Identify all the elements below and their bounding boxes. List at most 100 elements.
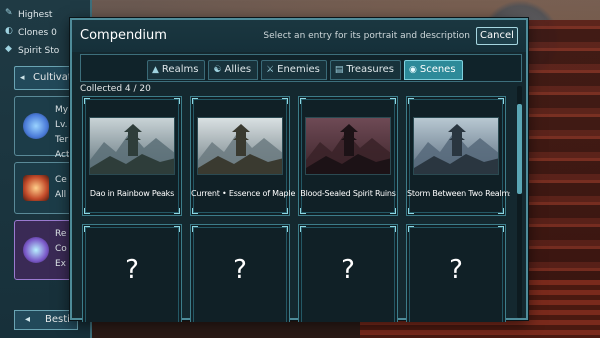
scene-icon: ◉ (408, 65, 417, 75)
scene-thumbnail (89, 117, 175, 175)
frame-corner-ornament (84, 208, 90, 214)
card-lines: My Lv. Ter Act (55, 103, 69, 163)
frame-corner-ornament (174, 226, 180, 232)
frame-corner-ornament (192, 226, 198, 232)
locked-entry-card[interactable]: ? (406, 224, 506, 322)
frame-corner-ornament (282, 226, 288, 232)
card-line: All (55, 190, 67, 200)
tab-enemies[interactable]: ⚔ Enemies (261, 60, 327, 80)
scroll-icon: ▤ (334, 65, 344, 75)
entries-grid: Dao in Rainbow Peaks Current • Essence of… (82, 96, 510, 322)
allies-icon: ☯ (213, 65, 222, 75)
frame-corner-ornament (498, 226, 504, 232)
frame-corner-ornament (282, 208, 288, 214)
scene-entry-card[interactable]: Dao in Rainbow Peaks (82, 96, 182, 216)
scrollbar-thumb[interactable] (517, 104, 522, 194)
tab-list: ▲ Realms ☯ Allies ⚔ Enemies ▤ Treasures … (147, 60, 463, 80)
tab-treasures[interactable]: ▤ Treasures (329, 60, 401, 80)
clone-icon: ◐ (5, 26, 13, 36)
frame-corner-ornament (300, 208, 306, 214)
frame-corner-ornament (390, 208, 396, 214)
scene-thumbnail (197, 117, 283, 175)
tab-label: Allies (224, 64, 252, 75)
card-line: Ter (55, 135, 69, 145)
locked-entry-card[interactable]: ? (190, 224, 290, 322)
frame-corner-ornament (174, 98, 180, 104)
tab-allies[interactable]: ☯ Allies (208, 60, 259, 80)
entries-scroll-area[interactable]: Dao in Rainbow Peaks Current • Essence of… (82, 96, 510, 322)
card-line: My (55, 105, 69, 115)
card-line: Co (55, 244, 67, 254)
dialog-header: Compendium Select an entry for its portr… (72, 20, 526, 52)
bestiary-button[interactable]: ◂ Besti (14, 310, 78, 330)
collected-count: Collected 4 / 20 (80, 84, 151, 94)
dialog-hint: Select an entry for its portrait and des… (263, 31, 470, 41)
celestial-card[interactable]: Ce All (14, 162, 76, 214)
frame-corner-ornament (192, 208, 198, 214)
stat-label: Highest (18, 10, 53, 20)
frame-corner-ornament (390, 226, 396, 232)
compendium-dialog: Compendium Select an entry for its portr… (70, 18, 528, 322)
scene-entry-card[interactable]: Storm Between Two Realms (406, 96, 510, 216)
stat-label: Clones 0 (18, 28, 57, 38)
frame-corner-ornament (498, 208, 504, 214)
card-line: Ex (55, 259, 67, 269)
frame-corner-ornament (408, 226, 414, 232)
frame-corner-ornament (300, 226, 306, 232)
frame-corner-ornament (300, 98, 306, 104)
card-lines: Re Co Ex (55, 227, 67, 272)
scene-thumbnail-image (306, 118, 390, 174)
entry-name: Blood-Sealed Spirit Ruins (300, 189, 396, 198)
chevron-left-icon: ◂ (25, 314, 31, 325)
chevron-left-icon: ◂ (20, 73, 25, 83)
tab-scenes[interactable]: ◉ Scenes (403, 60, 463, 80)
frame-corner-ornament (408, 98, 414, 104)
entry-name: Dao in Rainbow Peaks (89, 189, 175, 198)
locked-mark: ? (449, 255, 463, 285)
frame-corner-ornament (498, 98, 504, 104)
lotus-emblem-icon (23, 113, 49, 139)
tab-label: Treasures (346, 64, 394, 75)
phoenix-emblem-icon (23, 175, 49, 201)
entry-name: Current • Essence of Maple (191, 189, 296, 198)
mountain-icon: ▲ (152, 65, 159, 75)
sword-icon: ⚔ (266, 65, 275, 75)
scene-thumbnail-image (198, 118, 282, 174)
frame-corner-ornament (84, 98, 90, 104)
quill-icon: ✎ (5, 8, 13, 18)
category-tab-bar: ▲ Realms ☯ Allies ⚔ Enemies ▤ Treasures … (80, 54, 522, 82)
frame-corner-ornament (84, 226, 90, 232)
locked-mark: ? (341, 255, 355, 285)
locked-entry-card[interactable]: ? (82, 224, 182, 322)
dialog-title: Compendium (80, 28, 167, 43)
realm-card[interactable]: Re Co Ex (14, 220, 76, 280)
card-line: Ce (55, 175, 67, 185)
scene-thumbnail (413, 117, 499, 175)
tab-label: Enemies (277, 64, 320, 75)
locked-mark: ? (233, 255, 247, 285)
tab-label: Realms (161, 64, 199, 75)
bestiary-label: Besti (45, 314, 70, 325)
stat-label: Spirit Sto (18, 46, 60, 56)
locked-entry-card[interactable]: ? (298, 224, 398, 322)
frame-corner-ornament (282, 98, 288, 104)
frame-corner-ornament (390, 98, 396, 104)
card-line: Lv. (55, 120, 68, 130)
orb-emblem-icon (23, 237, 49, 263)
cultivation-section-button[interactable]: ◂ Cultivati (14, 66, 76, 90)
entry-name: Storm Between Two Realms (407, 189, 510, 198)
tab-label: Scenes (419, 64, 456, 75)
cultivation-card[interactable]: My Lv. Ter Act (14, 96, 76, 160)
scene-thumbnail-image (414, 118, 498, 174)
frame-corner-ornament (174, 208, 180, 214)
scene-thumbnail (305, 117, 391, 175)
scrollbar[interactable] (517, 86, 522, 318)
locked-mark: ? (125, 255, 139, 285)
cancel-button[interactable]: Cancel (476, 27, 518, 45)
scene-entry-card[interactable]: Current • Essence of Maple (190, 96, 296, 216)
scene-thumbnail-image (90, 118, 174, 174)
spirit-stone-icon: ◆ (5, 44, 12, 54)
tab-realms[interactable]: ▲ Realms (147, 60, 206, 80)
scene-entry-card[interactable]: Blood-Sealed Spirit Ruins (298, 96, 398, 216)
card-lines: Ce All (55, 173, 67, 203)
